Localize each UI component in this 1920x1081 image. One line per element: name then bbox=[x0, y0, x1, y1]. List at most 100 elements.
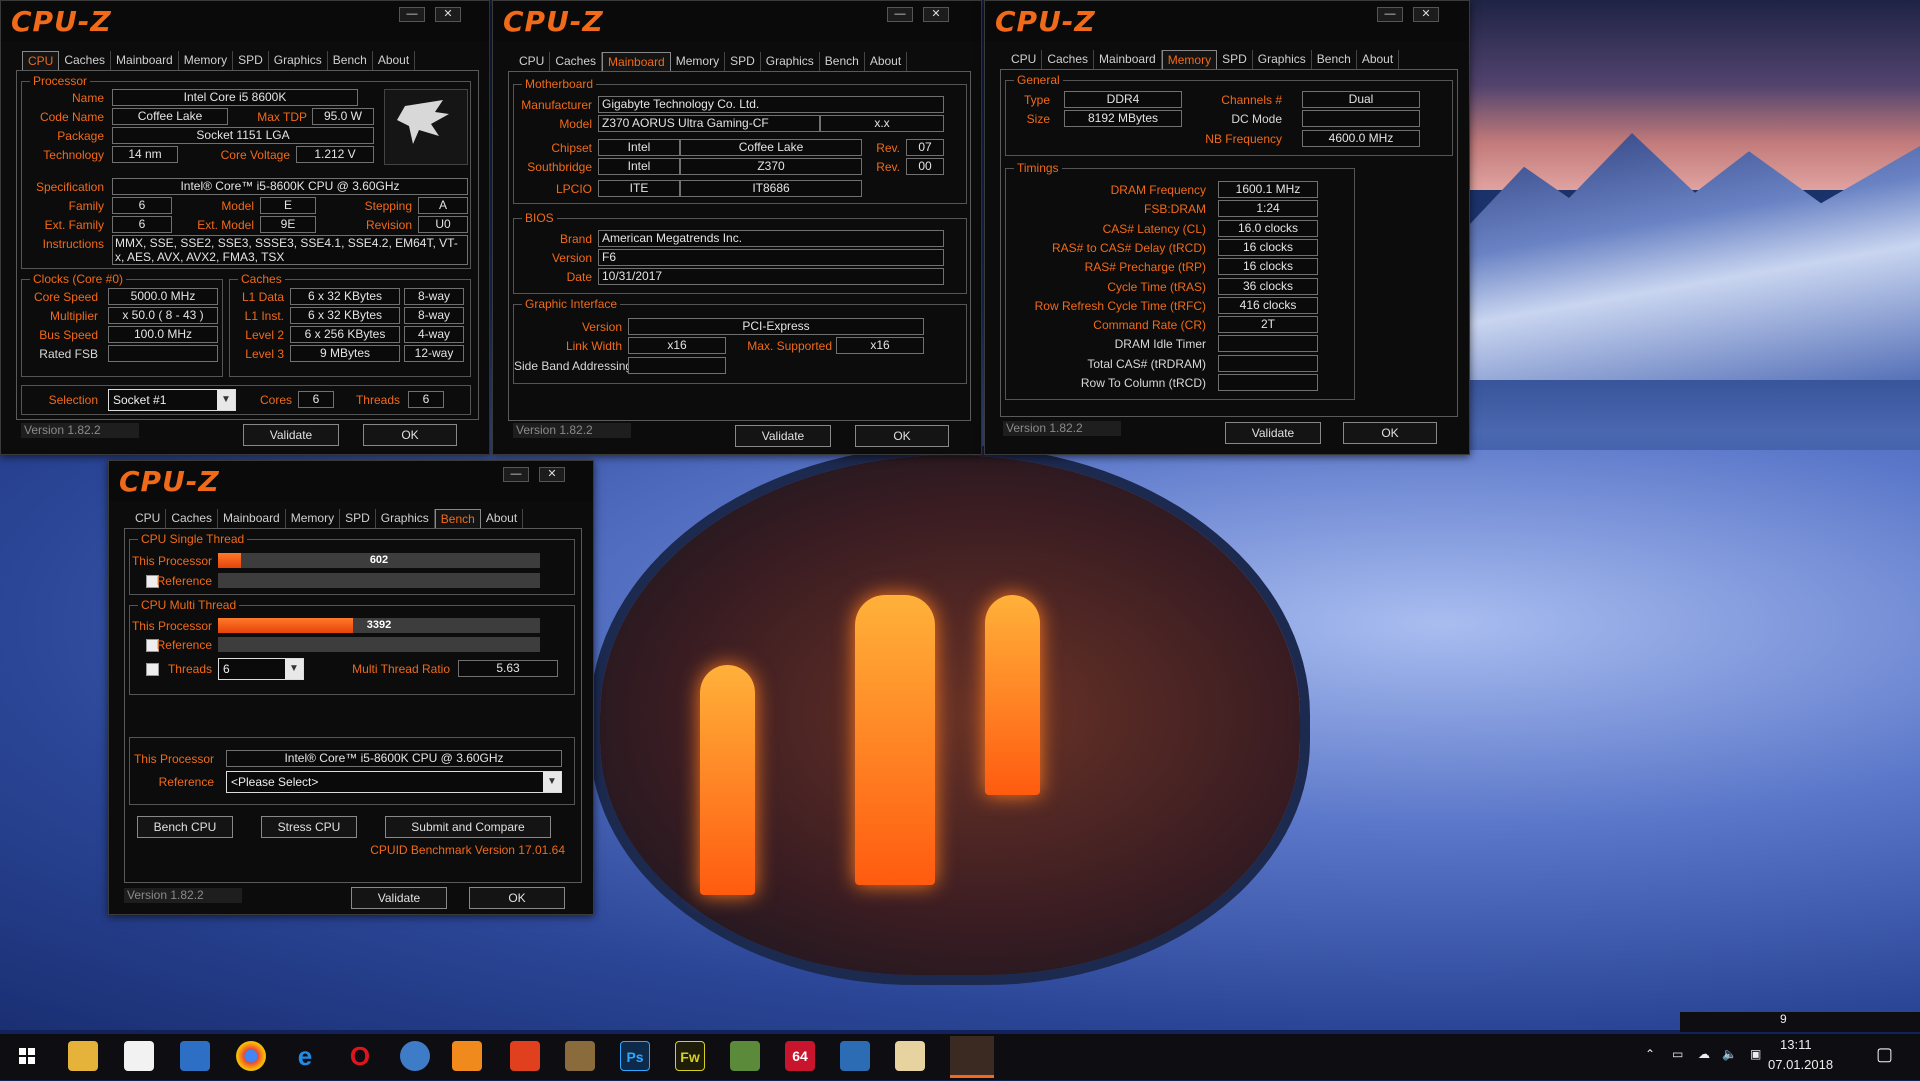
title-bar[interactable]: CPU-Z — ✕ bbox=[109, 461, 593, 501]
media-player-icon[interactable] bbox=[452, 1041, 482, 1071]
minimize-button[interactable]: — bbox=[399, 7, 425, 22]
corespeed-value: 5000.0 MHz bbox=[108, 288, 218, 305]
family-value: 6 bbox=[112, 197, 172, 214]
ok-button[interactable]: OK bbox=[855, 425, 949, 447]
aida64-icon[interactable]: 64 bbox=[785, 1041, 815, 1071]
close-button[interactable]: ✕ bbox=[923, 7, 949, 22]
stress-cpu-button[interactable]: Stress CPU bbox=[261, 816, 357, 838]
tab-mainboard[interactable]: Mainboard bbox=[111, 51, 179, 70]
tab-caches[interactable]: Caches bbox=[1042, 50, 1095, 69]
tab-spd[interactable]: SPD bbox=[233, 51, 269, 70]
name-label: Name bbox=[71, 91, 104, 105]
tab-memory[interactable]: Memory bbox=[286, 509, 341, 528]
cpuz-taskbar-icon[interactable] bbox=[950, 1036, 994, 1078]
tab-mainboard[interactable]: Mainboard bbox=[1094, 50, 1162, 69]
tab-spd[interactable]: SPD bbox=[1217, 50, 1253, 69]
title-bar[interactable]: CPU-Z — ✕ bbox=[493, 1, 981, 41]
ok-button[interactable]: OK bbox=[363, 424, 457, 446]
clock-time[interactable]: 13:11 bbox=[1780, 1037, 1812, 1052]
title-bar[interactable]: CPU-Z — ✕ bbox=[1, 1, 489, 41]
file-explorer-icon[interactable] bbox=[68, 1041, 98, 1071]
chevron-down-icon[interactable]: ▼ bbox=[543, 772, 561, 792]
validate-button[interactable]: Validate bbox=[735, 425, 831, 447]
edge-icon[interactable]: e bbox=[290, 1041, 320, 1071]
reference-select[interactable]: <Please Select> ▼ bbox=[226, 771, 562, 793]
tab-bench[interactable]: Bench bbox=[328, 51, 373, 70]
tab-caches[interactable]: Caches bbox=[59, 51, 112, 70]
photoshop-icon[interactable]: Ps bbox=[620, 1041, 650, 1071]
processor-group: Processor Name Intel Core i5 8600K Code … bbox=[21, 74, 471, 269]
close-button[interactable]: ✕ bbox=[435, 7, 461, 22]
benchmark-version: CPUID Benchmark Version 17.01.64 bbox=[370, 843, 565, 857]
tab-graphics[interactable]: Graphics bbox=[269, 51, 328, 70]
display-tray-icon[interactable]: ▣ bbox=[1750, 1047, 1761, 1061]
tab-memory[interactable]: Memory bbox=[1161, 50, 1218, 69]
opera-icon[interactable]: O bbox=[345, 1041, 375, 1071]
ok-button[interactable]: OK bbox=[469, 887, 565, 909]
tab-memory[interactable]: Memory bbox=[671, 52, 726, 71]
tab-caches[interactable]: Caches bbox=[550, 52, 603, 71]
chrome-icon[interactable] bbox=[236, 1041, 266, 1071]
chevron-down-icon[interactable]: ▼ bbox=[285, 659, 303, 679]
clock-date[interactable]: 07.01.2018 bbox=[1768, 1057, 1833, 1072]
chevron-down-icon[interactable]: ▼ bbox=[217, 390, 235, 410]
photo-app-icon[interactable] bbox=[565, 1041, 595, 1071]
submit-compare-button[interactable]: Submit and Compare bbox=[385, 816, 551, 838]
bench-cpu-button[interactable]: Bench CPU bbox=[137, 816, 233, 838]
tab-spd[interactable]: SPD bbox=[340, 509, 376, 528]
threads-label: Threads bbox=[167, 662, 212, 676]
validate-button[interactable]: Validate bbox=[1225, 422, 1321, 444]
notifications-icon[interactable]: ▢ bbox=[1876, 1044, 1893, 1065]
tab-mainboard[interactable]: Mainboard bbox=[218, 509, 286, 528]
socket-select[interactable]: Socket #1 ▼ bbox=[108, 389, 236, 411]
tab-spd[interactable]: SPD bbox=[725, 52, 761, 71]
tab-about[interactable]: About bbox=[373, 51, 416, 70]
tab-bench[interactable]: Bench bbox=[434, 509, 481, 528]
busspeed-label: Bus Speed bbox=[39, 328, 98, 342]
cloud-tray-icon[interactable]: ☁ bbox=[1698, 1047, 1710, 1061]
title-bar[interactable]: CPU-Z — ✕ bbox=[985, 1, 1469, 41]
thunderbird-icon[interactable] bbox=[400, 1041, 430, 1071]
chipset-rev-label: Rev. bbox=[876, 141, 900, 155]
minimize-button[interactable]: — bbox=[503, 467, 529, 482]
tab-bench[interactable]: Bench bbox=[820, 52, 865, 71]
tab-cpu[interactable]: CPU bbox=[1006, 50, 1043, 69]
tab-graphics[interactable]: Graphics bbox=[376, 509, 435, 528]
tab-about[interactable]: About bbox=[865, 52, 908, 71]
store-icon[interactable] bbox=[124, 1041, 154, 1071]
close-button[interactable]: ✕ bbox=[539, 467, 565, 482]
timing-value: 16.0 clocks bbox=[1218, 219, 1318, 237]
notes-icon[interactable] bbox=[895, 1041, 925, 1071]
tab-caches[interactable]: Caches bbox=[166, 509, 219, 528]
tab-mainboard[interactable]: Mainboard bbox=[602, 52, 671, 71]
validate-button[interactable]: Validate bbox=[243, 424, 339, 446]
tab-graphics[interactable]: Graphics bbox=[761, 52, 820, 71]
tab-graphics[interactable]: Graphics bbox=[1253, 50, 1312, 69]
tab-cpu[interactable]: CPU bbox=[130, 509, 167, 528]
ok-button[interactable]: OK bbox=[1343, 422, 1437, 444]
ratio-value: 5.63 bbox=[458, 660, 558, 677]
tab-about[interactable]: About bbox=[481, 509, 524, 528]
tab-cpu[interactable]: CPU bbox=[22, 51, 60, 70]
nbfreq-value: 4600.0 MHz bbox=[1302, 130, 1420, 147]
model-value: Z370 AORUS Ultra Gaming-CF bbox=[598, 115, 820, 132]
tab-about[interactable]: About bbox=[1357, 50, 1400, 69]
minimize-button[interactable]: — bbox=[1377, 7, 1403, 22]
fireworks-icon[interactable]: Fw bbox=[675, 1041, 705, 1071]
tab-bench[interactable]: Bench bbox=[1312, 50, 1357, 69]
chevron-up-icon[interactable]: ⌃ bbox=[1645, 1047, 1655, 1061]
start-button[interactable] bbox=[12, 1041, 42, 1071]
validate-button[interactable]: Validate bbox=[351, 887, 447, 909]
tab-memory[interactable]: Memory bbox=[179, 51, 234, 70]
tab-cpu[interactable]: CPU bbox=[514, 52, 551, 71]
app-icon[interactable] bbox=[510, 1041, 540, 1071]
calculator-icon[interactable] bbox=[840, 1041, 870, 1071]
threads-select[interactable]: 6 ▼ bbox=[218, 658, 304, 680]
network-tray-icon[interactable]: ▭ bbox=[1672, 1047, 1683, 1061]
cpuz-window-cpu: CPU-Z — ✕ CPU Caches Mainboard Memory SP… bbox=[0, 0, 490, 455]
minimize-button[interactable]: — bbox=[887, 7, 913, 22]
powershell-icon[interactable] bbox=[180, 1041, 210, 1071]
close-button[interactable]: ✕ bbox=[1413, 7, 1439, 22]
image-viewer-icon[interactable] bbox=[730, 1041, 760, 1071]
volume-icon[interactable]: 🔈 bbox=[1722, 1047, 1737, 1061]
